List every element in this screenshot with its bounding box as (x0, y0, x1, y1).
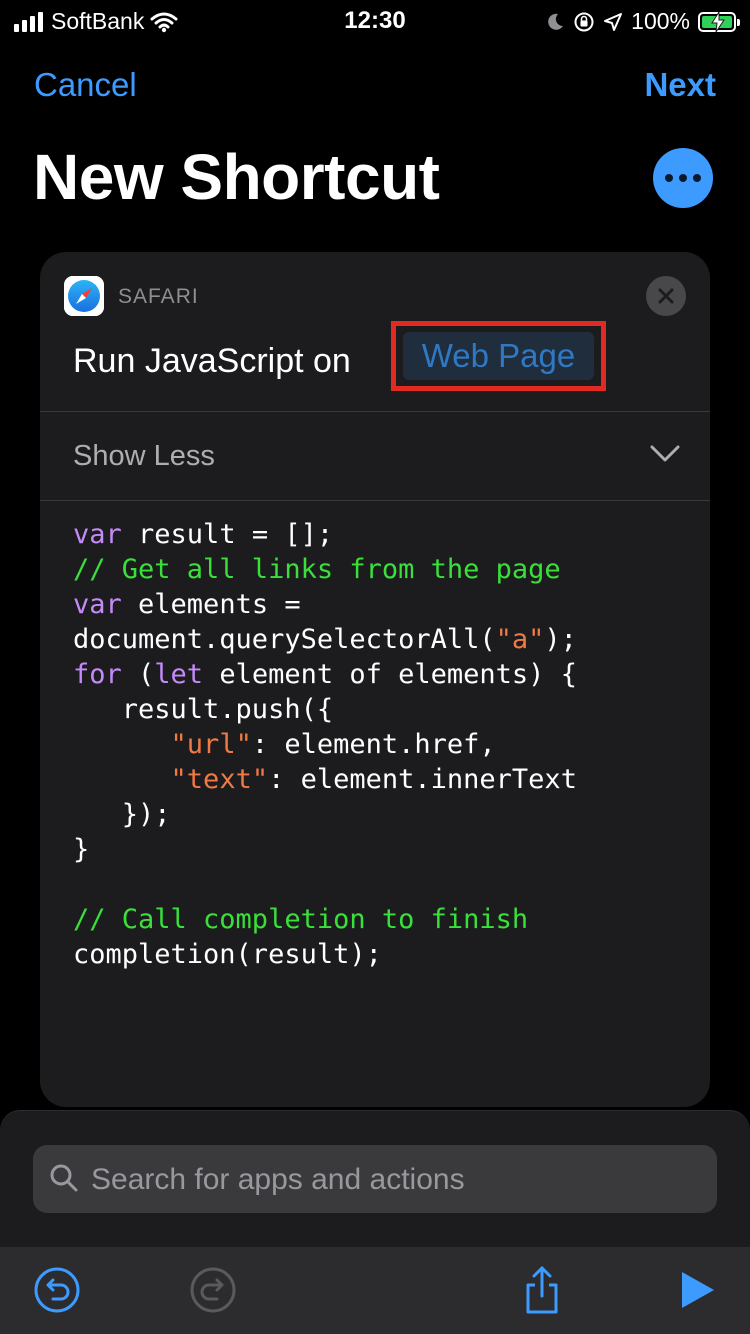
code-token: "url" (170, 729, 252, 760)
orientation-lock-icon (574, 12, 594, 31)
close-icon (658, 288, 674, 304)
battery-percent: 100% (631, 8, 690, 34)
action-card-header: SAFARI Run JavaScript on Web Page (40, 252, 710, 412)
code-token: var (73, 589, 122, 620)
parameter-highlight: Web Page (391, 321, 606, 391)
remove-action-button[interactable] (646, 276, 686, 316)
play-icon[interactable] (672, 1265, 722, 1315)
search-placeholder: Search for apps and actions (91, 1163, 465, 1196)
code-token: ( (121, 659, 155, 690)
code-line: "text": element.innerText (73, 762, 577, 797)
app-label: SAFARI (118, 285, 199, 308)
code-line: // Get all links from the page (73, 552, 577, 587)
code-token: for (73, 659, 122, 690)
code-token: var (73, 519, 122, 550)
status-right: 100% (545, 8, 740, 35)
code-token: // Call completion to finish (73, 904, 529, 935)
code-token: : element.innerText (268, 764, 577, 795)
action-search-sheet: Search for apps and actions (0, 1110, 750, 1334)
code-line: // Call completion to finish (73, 902, 577, 937)
ellipsis-icon (665, 174, 673, 182)
code-token: element of elements) { (203, 659, 577, 690)
javascript-code-editor[interactable]: var result = [];// Get all links from th… (73, 517, 577, 972)
moon-icon (548, 13, 564, 30)
action-card: SAFARI Run JavaScript on Web Page Show L… (40, 252, 710, 1107)
code-token: completion(result); (73, 939, 382, 970)
next-button[interactable]: Next (644, 66, 716, 104)
safari-icon (64, 276, 104, 316)
show-less-label: Show Less (73, 440, 215, 472)
location-icon (604, 12, 623, 31)
code-token: result.push({ (73, 694, 334, 725)
code-line: var elements = (73, 587, 577, 622)
more-options-button[interactable] (653, 148, 713, 208)
code-line: for (let element of elements) { (73, 657, 577, 692)
undo-icon[interactable] (32, 1265, 82, 1315)
code-token: : element.href, (251, 729, 496, 760)
code-line: completion(result); (73, 937, 577, 972)
code-token: "text" (170, 764, 269, 795)
code-line: var result = []; (73, 517, 577, 552)
show-less-toggle[interactable]: Show Less (40, 412, 710, 501)
code-token: }); (73, 799, 171, 830)
redo-icon[interactable] (188, 1265, 238, 1315)
share-icon[interactable] (517, 1265, 567, 1315)
code-line: "url": element.href, (73, 727, 577, 762)
code-token: document.querySelectorAll( (73, 624, 496, 655)
chevron-down-icon (650, 445, 680, 462)
code-token: } (73, 834, 90, 865)
action-title: Run JavaScript on (73, 342, 351, 380)
code-line: } (73, 832, 577, 867)
code-token: ); (544, 624, 577, 655)
code-line: result.push({ (73, 692, 577, 727)
web-page-parameter[interactable]: Web Page (403, 332, 594, 380)
page-title: New Shortcut (33, 141, 440, 213)
cancel-button[interactable]: Cancel (34, 66, 137, 104)
code-token: // Get all links from the page (73, 554, 561, 585)
code-token: "a" (495, 624, 545, 655)
code-token: result = []; (121, 519, 334, 550)
code-token: let (154, 659, 204, 690)
code-line: }); (73, 797, 577, 832)
bottom-toolbar (0, 1247, 750, 1334)
battery-icon (698, 11, 740, 32)
search-field[interactable]: Search for apps and actions (33, 1145, 717, 1213)
code-token: elements = (121, 589, 301, 620)
code-line: document.querySelectorAll("a"); (73, 622, 577, 657)
search-icon (50, 1164, 78, 1192)
status-bar: SoftBank 12:30 100% (0, 0, 750, 42)
